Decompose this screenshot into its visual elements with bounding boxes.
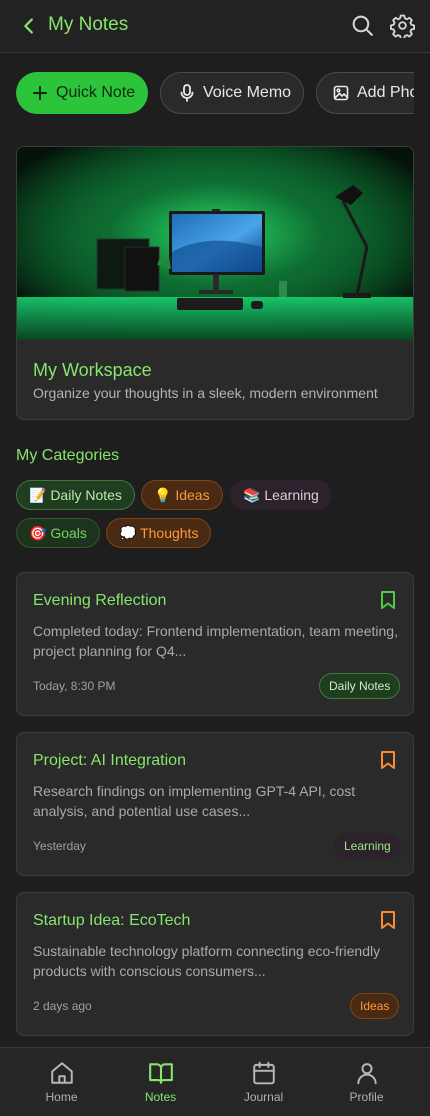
plus-icon [33,86,47,100]
app-header: My Notes [0,0,430,53]
note-title: Project: AI Integration [33,752,186,769]
category-chip-learning[interactable]: 📚 Learning [230,480,332,510]
chevron-left-icon[interactable] [18,15,40,37]
note-preview: Completed today: Frontend implementation… [33,623,398,659]
workspace-image [17,147,413,340]
bookmark-icon[interactable] [378,910,398,930]
note-tag: Daily Notes [319,673,401,699]
nav-item-home[interactable]: Home [10,1048,113,1116]
note-card[interactable]: Project: AI Integration Research finding… [16,732,414,876]
workspace-hero-card[interactable]: My Workspace Organize your thoughts in a… [16,146,414,420]
quick-actions-row: Quick Note Voice Memo Add Photo [16,72,414,114]
quick-note-label: Quick Note [56,84,136,101]
note-preview: Sustainable technology platform connecti… [33,943,381,979]
note-title: Startup Idea: EcoTech [33,912,191,929]
nav-item-journal[interactable]: Journal [212,1048,315,1116]
category-chip-daily-notes[interactable]: 📝 Daily Notes [16,480,135,510]
gear-icon[interactable] [390,13,415,38]
nav-item-notes[interactable]: Notes [109,1048,212,1116]
note-timestamp: 2 days ago [33,999,92,1013]
workspace-title: My Workspace [33,360,152,380]
note-tag: Ideas [350,993,400,1019]
user-icon [357,1063,377,1085]
note-card[interactable]: Startup Idea: EcoTech Sustainable techno… [16,892,414,1036]
nav-label-home: Home [45,1090,78,1104]
microphone-icon [180,84,194,102]
nav-item-profile[interactable]: Profile [315,1048,418,1116]
nav-label-journal: Journal [243,1090,284,1104]
category-chip-thoughts[interactable]: 💭 Thoughts [106,518,212,548]
nav-label-profile: Profile [349,1090,384,1104]
bookmark-icon[interactable] [378,590,398,610]
note-card[interactable]: Evening Reflection Completed today: Fron… [16,572,414,716]
note-preview: Research findings on implementing GPT-4 … [33,783,356,819]
add-photo-label: Add Photo [357,84,414,101]
workspace-subtitle: Organize your thoughts in a sleek, moder… [33,385,378,401]
search-icon[interactable] [350,13,375,38]
voice-memo-button[interactable]: Voice Memo [160,72,304,114]
book-open-icon [149,1063,173,1084]
quick-note-button[interactable]: Quick Note [16,72,148,114]
home-icon [51,1062,73,1084]
note-timestamp: Today, 8:30 PM [33,679,116,693]
add-photo-button[interactable]: Add Photo [316,72,414,114]
categories-heading: My Categories [16,447,120,464]
category-chip-ideas[interactable]: 💡 Ideas [141,480,223,510]
note-tag: Learning [334,833,401,859]
bottom-navigation: Home Notes Journal Profile [0,1047,430,1116]
page-title: My Notes [48,14,129,35]
bookmark-icon[interactable] [378,750,398,770]
category-chip-goals[interactable]: 🎯 Goals [16,518,100,548]
nav-label-notes: Notes [144,1090,177,1104]
image-icon [333,85,349,101]
voice-memo-label: Voice Memo [203,84,292,101]
note-timestamp: Yesterday [33,839,86,853]
note-title: Evening Reflection [33,592,167,609]
calendar-icon [253,1061,275,1085]
